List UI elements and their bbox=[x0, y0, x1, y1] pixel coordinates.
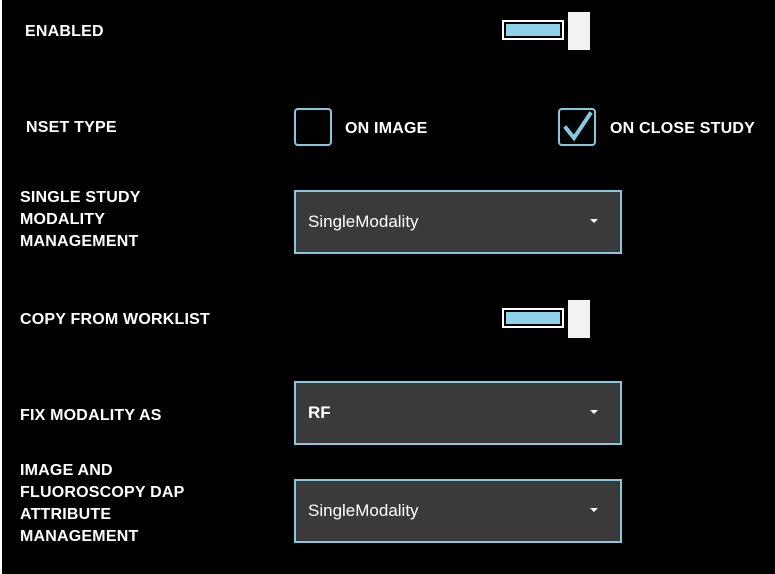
chevron-down-icon bbox=[590, 508, 598, 512]
chevron-down-icon bbox=[590, 410, 598, 414]
nset-type-label: NSET TYPE bbox=[26, 119, 117, 136]
on-close-study-label[interactable]: ON CLOSE STUDY bbox=[610, 118, 755, 140]
chevron-down-icon bbox=[590, 219, 598, 223]
toggle-thumb[interactable] bbox=[568, 300, 590, 338]
dap-attribute-label: IMAGE AND FLUOROSCOPY DAP ATTRIBUTE MANA… bbox=[20, 462, 185, 545]
dropdown-value: SingleModality bbox=[308, 501, 419, 520]
on-image-checkbox[interactable] bbox=[294, 108, 332, 146]
single-study-modality-label: SINGLE STUDY MODALITY MANAGEMENT bbox=[20, 189, 141, 250]
toggle-track bbox=[502, 20, 564, 40]
dap-attribute-dropdown[interactable]: SingleModality bbox=[294, 479, 622, 543]
copy-from-worklist-label: COPY FROM WORKLIST bbox=[20, 311, 210, 328]
toggle-track bbox=[502, 308, 564, 328]
single-study-modality-dropdown[interactable]: SingleModality bbox=[294, 190, 622, 254]
dropdown-value: SingleModality bbox=[308, 212, 419, 231]
dropdown-value: RF bbox=[308, 403, 331, 422]
checkmark-icon bbox=[563, 111, 593, 142]
on-image-label[interactable]: ON IMAGE bbox=[345, 118, 428, 140]
copy-from-worklist-toggle[interactable] bbox=[502, 300, 590, 338]
enabled-toggle[interactable] bbox=[502, 12, 590, 50]
fix-modality-dropdown[interactable]: RF bbox=[294, 381, 622, 445]
toggle-fill bbox=[506, 24, 560, 36]
fix-modality-label: FIX MODALITY AS bbox=[20, 407, 162, 424]
enabled-label: ENABLED bbox=[25, 23, 104, 40]
toggle-fill bbox=[506, 312, 560, 324]
settings-panel: ENABLED NSET TYPE ON IMAGE ON CLOSE STUD… bbox=[0, 0, 775, 574]
toggle-thumb[interactable] bbox=[568, 12, 590, 50]
on-close-study-checkbox[interactable] bbox=[558, 108, 596, 146]
